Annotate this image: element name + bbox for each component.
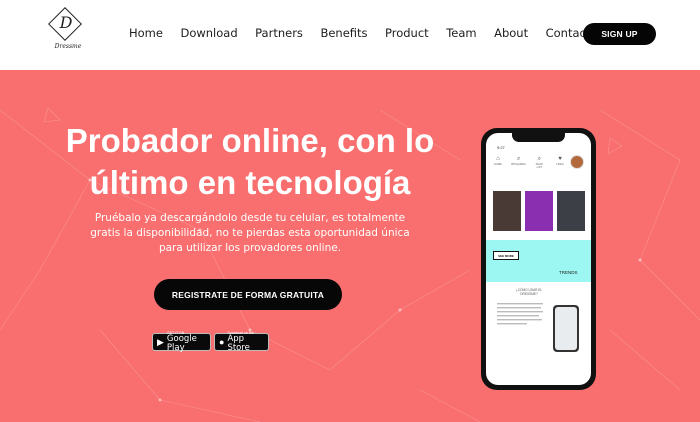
nav-team[interactable]: Team bbox=[446, 26, 476, 40]
phone-paragraph-placeholder bbox=[497, 303, 543, 325]
nav-partners[interactable]: Partners bbox=[255, 26, 303, 40]
logo-letter: D bbox=[59, 13, 73, 32]
phone-screen: 9:27 ⌂ HOME ⌕ BÚSQUEDA ⌕ SHOP LIST ♥ LIK… bbox=[486, 133, 591, 385]
app-store-badge[interactable]: ● Download on the App Store bbox=[214, 331, 269, 353]
dressme-logo[interactable]: D Dressme bbox=[40, 7, 96, 54]
phone-photo bbox=[525, 191, 553, 231]
hero-title-line-2: último en tecnología bbox=[89, 164, 411, 201]
phone-avatar bbox=[570, 155, 584, 169]
site-header: D Dressme Home Download Partners Benefit… bbox=[0, 0, 700, 70]
hero-title-line-1: Probador online, con lo bbox=[65, 122, 435, 159]
hero-title: Probador online, con lo último en tecnol… bbox=[30, 120, 470, 204]
nav-about[interactable]: About bbox=[494, 26, 528, 40]
nav-download[interactable]: Download bbox=[180, 26, 237, 40]
nav-home[interactable]: Home bbox=[129, 26, 163, 40]
phone-mockup: 9:27 ⌂ HOME ⌕ BÚSQUEDA ⌕ SHOP LIST ♥ LIK… bbox=[481, 128, 596, 390]
phone-tab-label: HOME bbox=[494, 163, 502, 166]
nav-benefits[interactable]: Benefits bbox=[320, 26, 367, 40]
phone-tab-bar: ⌂ HOME ⌕ BÚSQUEDA ⌕ SHOP LIST ♥ LIKES bbox=[492, 156, 566, 169]
phone-mini-screen bbox=[555, 307, 577, 350]
hero-description-line-3: para utilizar los provadores online. bbox=[158, 242, 342, 254]
phone-photo bbox=[557, 191, 585, 231]
hero-description-line-1: Pruébalo ya descargándolo desde tu celul… bbox=[94, 212, 406, 224]
phone-tab-search: ⌕ BÚSQUEDA bbox=[511, 156, 526, 169]
google-play-badge[interactable]: ▶ GET IT ON Google Play bbox=[152, 331, 211, 353]
phone-photo-grid bbox=[493, 191, 585, 231]
sign-up-button[interactable]: SIGN UP bbox=[583, 23, 656, 45]
phone-tab-home: ⌂ HOME bbox=[492, 156, 504, 169]
logo-wordmark: Dressme bbox=[54, 43, 82, 50]
hero-description-line-2: gratis la disponibilidad, no te pierdas … bbox=[90, 227, 410, 239]
phone-clock: 9:27 bbox=[497, 145, 505, 150]
phone-mini-device bbox=[553, 305, 579, 352]
app-store-label: App Store bbox=[227, 334, 250, 353]
search-icon: ⌕ bbox=[516, 156, 521, 162]
phone-tab-label: BÚSQUEDA bbox=[511, 163, 526, 166]
google-play-icon: ▶ bbox=[157, 336, 164, 347]
hero-description: Pruébalo ya descargándolo desde tu celul… bbox=[80, 211, 420, 256]
phone-tab-label: LIKES bbox=[556, 163, 564, 166]
home-icon: ⌂ bbox=[496, 156, 500, 162]
phone-tab-label: SHOP LIST bbox=[535, 163, 543, 169]
search-icon: ⌕ bbox=[537, 156, 541, 162]
nav-product[interactable]: Product bbox=[385, 26, 429, 40]
hero-section: Probador online, con lo último en tecnol… bbox=[0, 70, 700, 422]
apple-icon: ● bbox=[219, 337, 225, 347]
phone-trends-banner bbox=[486, 240, 591, 282]
phone-photo bbox=[493, 191, 521, 231]
google-play-label: Google Play bbox=[166, 334, 197, 353]
phone-tab-likes: ♥ LIKES bbox=[554, 156, 566, 169]
register-free-button[interactable]: REGISTRATE DE FORMA GRATUITA bbox=[154, 279, 342, 310]
heart-icon: ♥ bbox=[558, 156, 562, 162]
phone-how-to-heading: ¿CÓMO USAR EL DRESSME? bbox=[515, 288, 543, 296]
main-nav: Home Download Partners Benefits Product … bbox=[129, 0, 608, 66]
phone-trends-label: TRENDS bbox=[559, 270, 578, 275]
phone-see-more-button: SEE MORE bbox=[493, 251, 519, 260]
phone-notch bbox=[512, 133, 565, 142]
phone-tab-shop-list: ⌕ SHOP LIST bbox=[533, 156, 545, 169]
